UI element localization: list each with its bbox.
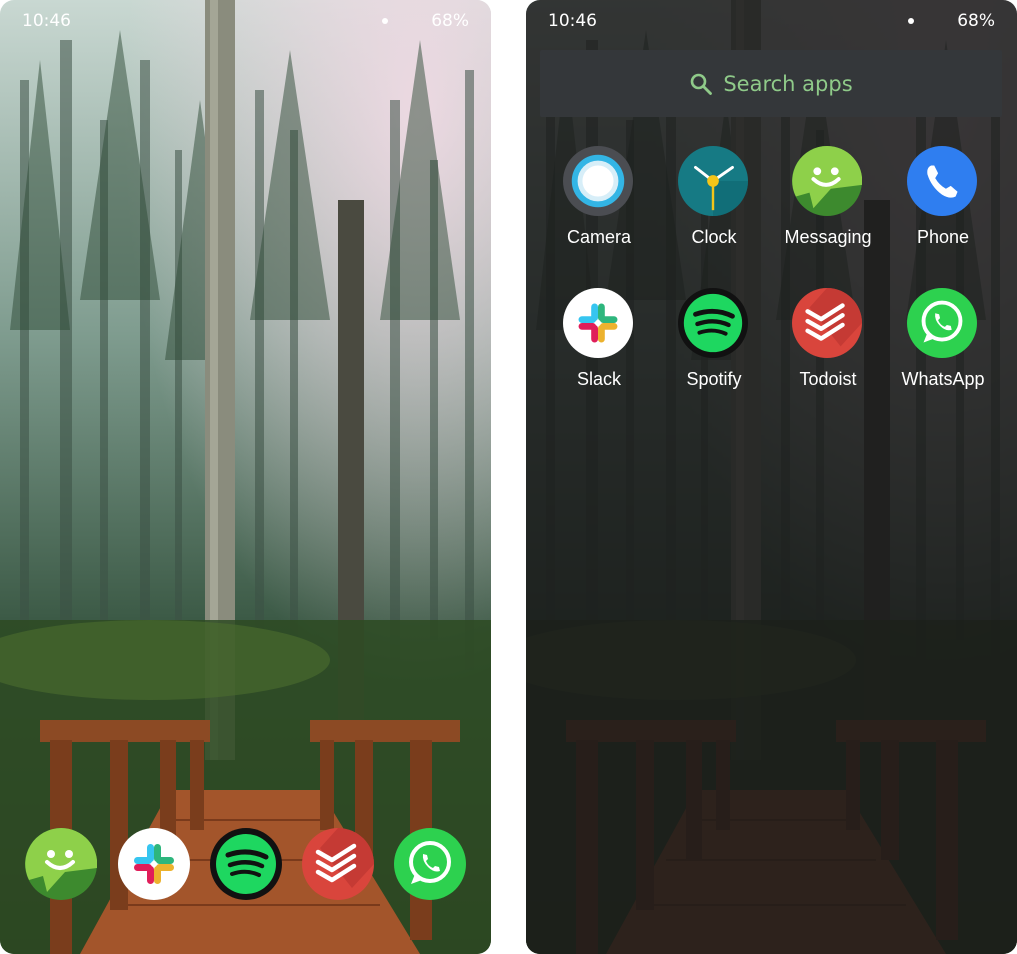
app-camera[interactable]: Camera — [542, 146, 656, 266]
messaging-icon[interactable] — [25, 828, 97, 900]
search-placeholder: Search apps — [723, 71, 853, 96]
app-messaging[interactable]: Messaging — [771, 146, 885, 266]
whatsapp-icon — [907, 288, 977, 358]
app-phone[interactable]: Phone — [886, 146, 1000, 266]
spotify-icon[interactable] — [210, 828, 282, 900]
status-time: 10:46 — [548, 11, 597, 31]
search-apps-bar[interactable]: Search apps — [540, 50, 1002, 117]
app-label: Camera — [566, 227, 632, 247]
forest-wallpaper — [0, 0, 491, 954]
app-label: Slack — [576, 369, 621, 389]
status-bar: 10:46 68% — [0, 0, 491, 42]
app-spotify[interactable]: Spotify — [657, 288, 771, 408]
app-slack[interactable]: Slack — [542, 288, 656, 408]
slack-icon — [563, 288, 633, 358]
notification-dot-icon — [908, 18, 914, 24]
app-whatsapp[interactable]: WhatsApp — [886, 288, 1000, 408]
home-screen: 10:46 68% — [0, 0, 491, 954]
app-label: Phone — [916, 227, 970, 247]
todoist-icon — [792, 288, 862, 358]
notification-dot-icon — [382, 18, 388, 24]
app-label: Todoist — [799, 369, 857, 389]
status-time: 10:46 — [22, 11, 71, 31]
search-icon — [691, 73, 713, 95]
app-drawer-screen: 10:46 68% Search apps Camera Clock Messa… — [526, 0, 1017, 954]
app-label: Clock — [691, 227, 737, 247]
app-label: Spotify — [686, 369, 742, 389]
app-todoist[interactable]: Todoist — [771, 288, 885, 408]
slack-icon[interactable] — [118, 828, 190, 900]
whatsapp-icon[interactable] — [394, 828, 466, 900]
phone-icon — [907, 146, 977, 216]
battery-level: 68% — [957, 11, 995, 31]
drawer-overlay — [526, 0, 1017, 954]
battery-level: 68% — [431, 11, 469, 31]
dock — [25, 828, 467, 902]
status-bar: 10:46 68% — [526, 0, 1017, 42]
messaging-icon — [792, 146, 862, 216]
camera-icon — [563, 146, 633, 216]
spotify-icon — [678, 288, 748, 358]
app-clock[interactable]: Clock — [657, 146, 771, 266]
app-label: Messaging — [784, 227, 872, 247]
todoist-icon[interactable] — [302, 828, 374, 900]
clock-icon — [678, 146, 748, 216]
app-label: WhatsApp — [901, 369, 985, 389]
